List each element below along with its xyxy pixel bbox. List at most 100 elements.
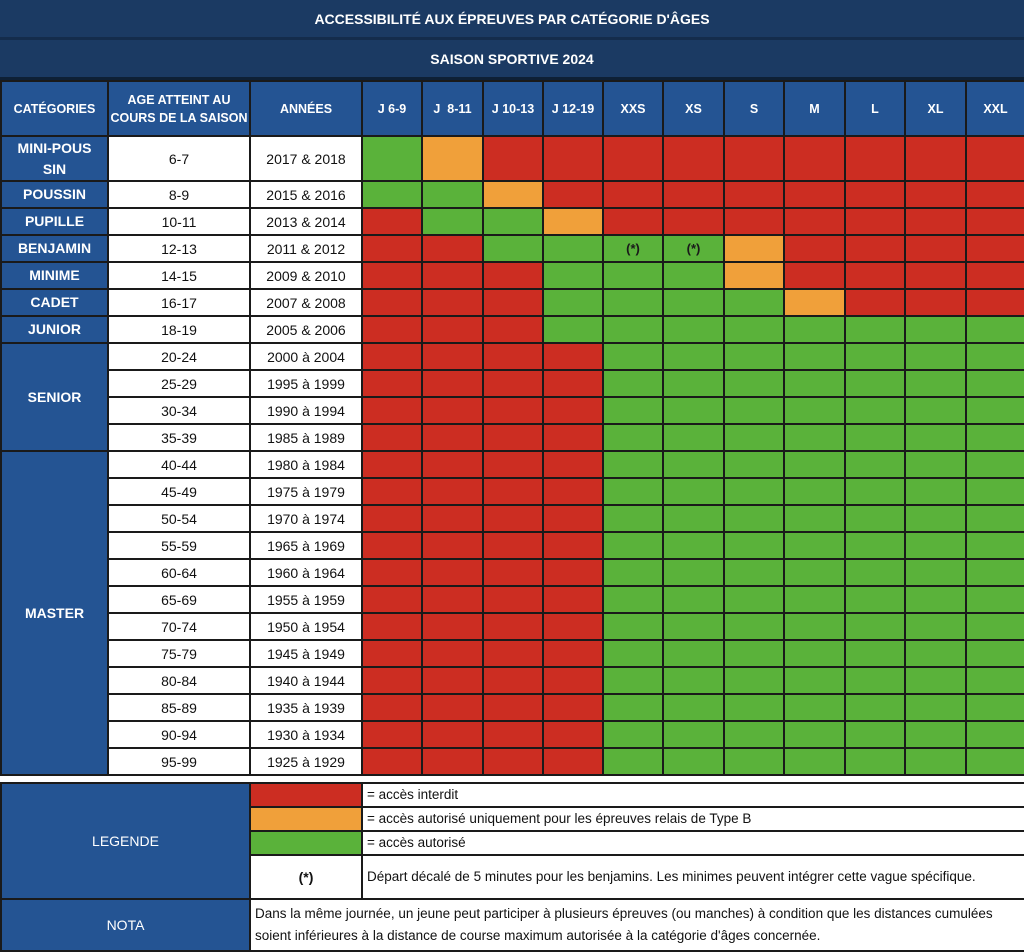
access-cell: [844, 639, 906, 668]
access-cell: [783, 261, 846, 290]
access-cell: [783, 747, 846, 776]
table-row: 35-39 1985 à 1989: [1, 423, 1024, 452]
access-cell: [361, 504, 423, 533]
legend-label: LEGENDE: [0, 782, 251, 900]
header-race: XXL: [965, 80, 1024, 137]
birth-years: 1930 à 1934: [249, 720, 363, 749]
access-cell: [421, 261, 484, 290]
age-range: 45-49: [107, 477, 251, 506]
access-cell: [844, 612, 906, 641]
access-cell: [783, 288, 846, 317]
age-range: 40-44: [107, 450, 251, 479]
access-cell: [662, 261, 725, 290]
age-range: 55-59: [107, 531, 251, 560]
access-cell: [542, 207, 604, 236]
access-cell: [421, 504, 484, 533]
access-cell: [965, 477, 1024, 506]
access-cell: [965, 288, 1024, 317]
access-cell: [482, 720, 544, 749]
access-cell: [783, 666, 846, 695]
age-range: 14-15: [107, 261, 251, 290]
access-cell: [904, 369, 967, 398]
category-label: MINIME: [0, 261, 109, 290]
table-row: 55-59 1965 à 1969: [1, 531, 1024, 560]
access-cell: [361, 261, 423, 290]
access-cell: [482, 477, 544, 506]
birth-years: 1925 à 1929: [249, 747, 363, 776]
access-cell: [965, 747, 1024, 776]
access-cell: [542, 531, 604, 560]
access-cell: [421, 288, 484, 317]
access-cell: [783, 477, 846, 506]
birth-years: 1945 à 1949: [249, 639, 363, 668]
access-cell: [361, 135, 423, 182]
access-cell: [904, 135, 967, 182]
access-cell: [602, 747, 664, 776]
access-cell: [482, 315, 544, 344]
access-cell: [482, 207, 544, 236]
access-cell: [482, 135, 544, 182]
access-cell: [783, 342, 846, 371]
age-range: 35-39: [107, 423, 251, 452]
access-cell: [482, 234, 544, 263]
access-cell: [482, 747, 544, 776]
access-cell: [723, 423, 785, 452]
legend-text-allowed: = accès autorisé: [361, 830, 1024, 856]
table-row: BENJAMIN 12-13 2011 & 2012 (*) (*): [0, 234, 1024, 263]
access-cell: [965, 693, 1024, 722]
access-cell: [482, 423, 544, 452]
access-cell: [361, 747, 423, 776]
access-cell: [421, 315, 484, 344]
access-cell: [965, 639, 1024, 668]
access-cell: [602, 423, 664, 452]
birth-years: 1940 à 1944: [249, 666, 363, 695]
access-cell: [904, 639, 967, 668]
access-cell: [783, 639, 846, 668]
access-cell: [904, 423, 967, 452]
access-cell: [602, 612, 664, 641]
access-cell: [602, 135, 664, 182]
access-cell: [965, 342, 1024, 371]
access-cell: [844, 315, 906, 344]
access-cell: [482, 585, 544, 614]
access-cell: [723, 693, 785, 722]
access-cell: [361, 693, 423, 722]
access-cell: [965, 666, 1024, 695]
legend-swatch-orange: [249, 806, 363, 832]
access-cell: [904, 747, 967, 776]
birth-years: 1935 à 1939: [249, 693, 363, 722]
birth-years: 2000 à 2004: [249, 342, 363, 371]
age-range: 65-69: [107, 585, 251, 614]
access-cell: [904, 396, 967, 425]
access-cell: [904, 234, 967, 263]
access-cell: [783, 315, 846, 344]
birth-years: 1960 à 1964: [249, 558, 363, 587]
age-range: 6-7: [107, 135, 251, 182]
birth-years: 2011 & 2012: [249, 234, 363, 263]
access-cell: [904, 612, 967, 641]
access-cell: [662, 396, 725, 425]
birth-years: 2007 & 2008: [249, 288, 363, 317]
access-cell: [723, 342, 785, 371]
access-cell: [904, 585, 967, 614]
access-cell: [844, 180, 906, 209]
birth-years: 1985 à 1989: [249, 423, 363, 452]
access-cell: [542, 342, 604, 371]
nota-row: NOTA Dans la même journée, un jeune peut…: [0, 898, 1024, 952]
access-cell: [723, 234, 785, 263]
access-cell: [723, 288, 785, 317]
access-cell: [482, 666, 544, 695]
access-cell: [965, 135, 1024, 182]
access-cell: [904, 558, 967, 587]
table-row: 80-84 1940 à 1944: [1, 666, 1024, 695]
birth-years: 1955 à 1959: [249, 585, 363, 614]
table-row: 75-79 1945 à 1949: [1, 639, 1024, 668]
access-cell: [783, 504, 846, 533]
birth-years: 1990 à 1994: [249, 396, 363, 425]
access-cell: [844, 261, 906, 290]
access-cell: [361, 234, 423, 263]
access-cell: [542, 693, 604, 722]
access-cell: [602, 504, 664, 533]
access-cell: [482, 369, 544, 398]
access-cell: [662, 423, 725, 452]
